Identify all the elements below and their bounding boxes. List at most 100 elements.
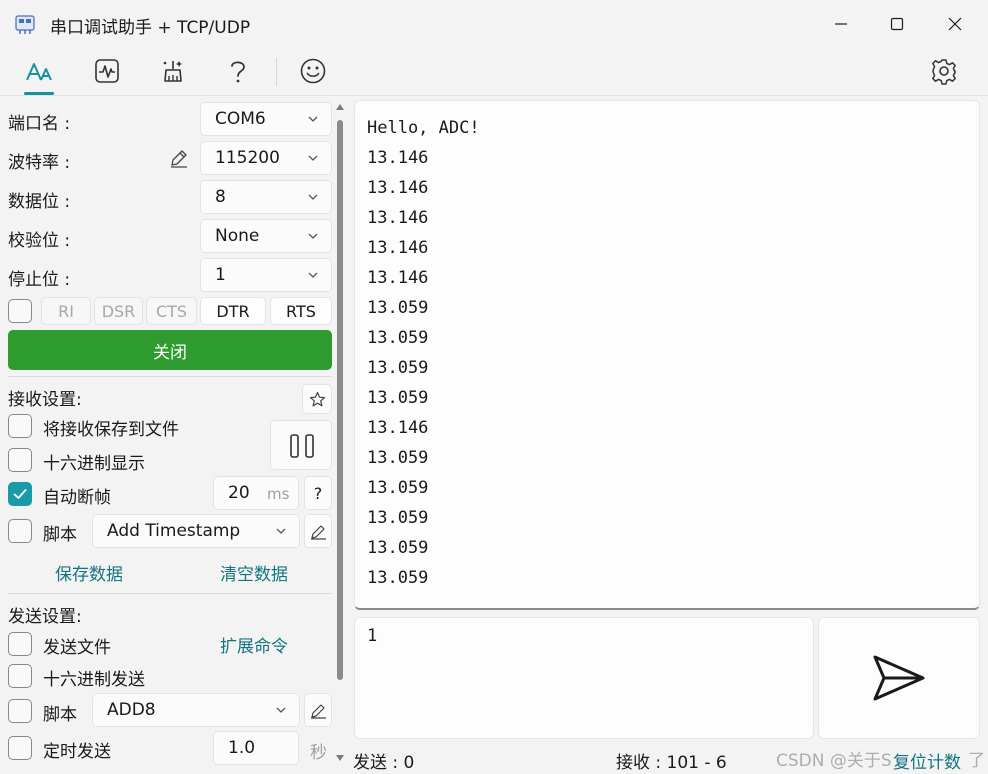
minimize-button[interactable]	[812, 0, 870, 48]
databits-value: 8	[215, 187, 226, 207]
chevron-down-icon	[276, 707, 286, 713]
scrollbar-thumb[interactable]	[337, 120, 343, 680]
extended-command-link[interactable]: 扩展命令	[220, 632, 288, 657]
timer-send-checkbox[interactable]	[8, 736, 32, 760]
databits-label: 数据位 :	[8, 192, 71, 212]
close-window-button[interactable]	[926, 0, 984, 48]
databits-select[interactable]: 8	[200, 180, 332, 214]
auto-frame-help-button[interactable]: ?	[304, 476, 332, 510]
received-count: 接收 : 101 - 6	[616, 753, 727, 773]
timer-unit: 秒	[310, 743, 327, 763]
chevron-down-icon	[308, 194, 318, 200]
output-line: 13.146	[367, 208, 429, 228]
receive-script-checkbox[interactable]	[8, 519, 32, 543]
scroll-down-icon[interactable]	[335, 753, 345, 763]
send-script-select[interactable]: ADD8	[92, 693, 300, 727]
pen-icon	[311, 525, 326, 540]
baud-label: 波特率 :	[8, 153, 71, 173]
output-line: 13.059	[367, 538, 429, 558]
hex-display-label: 十六进制显示	[43, 454, 145, 474]
waveform-button[interactable]	[89, 54, 125, 88]
send-file-checkbox[interactable]	[8, 632, 32, 656]
timer-send-label: 定时发送	[43, 742, 111, 762]
receive-output[interactable]: Hello, ADC! 13.146 13.146 13.146 13.146 13.14…	[354, 100, 980, 610]
check-icon	[13, 488, 27, 500]
receive-script-select[interactable]: Add Timestamp	[92, 514, 300, 548]
send-script-label: 脚本	[43, 705, 77, 725]
baud-select[interactable]: 115200	[200, 141, 332, 175]
waveform-icon	[95, 59, 119, 83]
baud-value: 115200	[215, 148, 280, 168]
port-value: COM6	[215, 109, 266, 129]
send-script-checkbox[interactable]	[8, 699, 32, 723]
edit-receive-script-button[interactable]	[304, 514, 332, 548]
maximize-icon	[890, 17, 904, 31]
dtr-toggle[interactable]: DTR	[200, 297, 266, 325]
port-select[interactable]: COM6	[200, 102, 332, 136]
send-button[interactable]	[818, 617, 980, 739]
reset-count-link[interactable]: 复位计数	[893, 748, 961, 773]
watermark-tail: 了	[968, 751, 985, 771]
auto-frame-checkbox[interactable]	[8, 482, 32, 506]
receive-settings-heading: 接收设置:	[8, 390, 82, 410]
send-input-value: 1	[367, 626, 378, 646]
favorite-button[interactable]	[302, 384, 332, 414]
gear-icon	[932, 59, 956, 85]
font-icon	[26, 63, 52, 81]
clear-data-link[interactable]: 清空数据	[220, 560, 288, 585]
maximize-button[interactable]	[868, 0, 926, 48]
clean-icon	[163, 61, 182, 82]
minimize-icon	[835, 23, 847, 25]
edit-send-script-button[interactable]	[304, 693, 332, 727]
close-port-button[interactable]: 关闭	[8, 330, 332, 370]
output-line: 13.146	[367, 178, 429, 198]
stopbits-select[interactable]: 1	[200, 258, 332, 292]
serial-mode-button[interactable]	[21, 54, 57, 88]
output-line: 13.059	[367, 508, 429, 528]
output-line: 13.146	[367, 418, 429, 438]
help-button[interactable]	[220, 54, 256, 88]
active-tab-indicator	[24, 92, 54, 95]
auto-frame-unit: ms	[267, 485, 290, 503]
hex-display-checkbox[interactable]	[8, 448, 32, 472]
watermark: CSDN @关于S	[776, 746, 892, 771]
timer-interval-input[interactable]: 1.0	[213, 731, 299, 765]
chevron-down-icon	[308, 272, 318, 278]
pen-icon[interactable]	[168, 147, 190, 169]
signal-checkbox[interactable]	[8, 299, 32, 323]
scroll-up-icon[interactable]	[335, 102, 345, 112]
pause-button[interactable]	[270, 420, 332, 470]
toolbar	[0, 48, 988, 96]
parity-select[interactable]: None	[200, 219, 332, 253]
settings-button[interactable]	[926, 54, 962, 88]
title-bar: 串口调试助手 + TCP/UDP	[0, 0, 988, 48]
save-to-file-checkbox[interactable]	[8, 414, 32, 438]
close-icon	[948, 17, 962, 31]
send-settings-heading: 发送设置:	[8, 607, 82, 627]
star-icon	[309, 391, 326, 407]
rts-toggle[interactable]: RTS	[270, 297, 332, 325]
clean-button[interactable]	[155, 54, 191, 88]
send-icon	[873, 655, 925, 701]
about-button[interactable]	[295, 54, 331, 88]
output-line: 13.059	[367, 388, 429, 408]
save-data-link[interactable]: 保存数据	[55, 560, 123, 585]
parity-label: 校验位 :	[8, 231, 71, 251]
receive-script-label: 脚本	[43, 525, 77, 545]
send-input[interactable]: 1	[354, 617, 814, 739]
pause-icon	[290, 434, 314, 458]
port-label: 端口名 :	[8, 114, 71, 134]
divider	[8, 376, 332, 377]
output-line: Hello, ADC!	[367, 118, 480, 138]
app-icon	[15, 15, 35, 34]
output-line: 13.059	[367, 568, 429, 588]
settings-scrollbar[interactable]	[334, 100, 346, 768]
hex-send-checkbox[interactable]	[8, 664, 32, 688]
stopbits-label: 停止位 :	[8, 270, 71, 290]
output-line: 13.059	[367, 358, 429, 378]
ri-indicator: RI	[41, 297, 91, 325]
cts-indicator: CTS	[146, 297, 197, 325]
output-line: 13.059	[367, 478, 429, 498]
auto-frame-label: 自动断帧	[43, 488, 111, 508]
watermark-text: CSDN @关于S	[776, 751, 892, 771]
